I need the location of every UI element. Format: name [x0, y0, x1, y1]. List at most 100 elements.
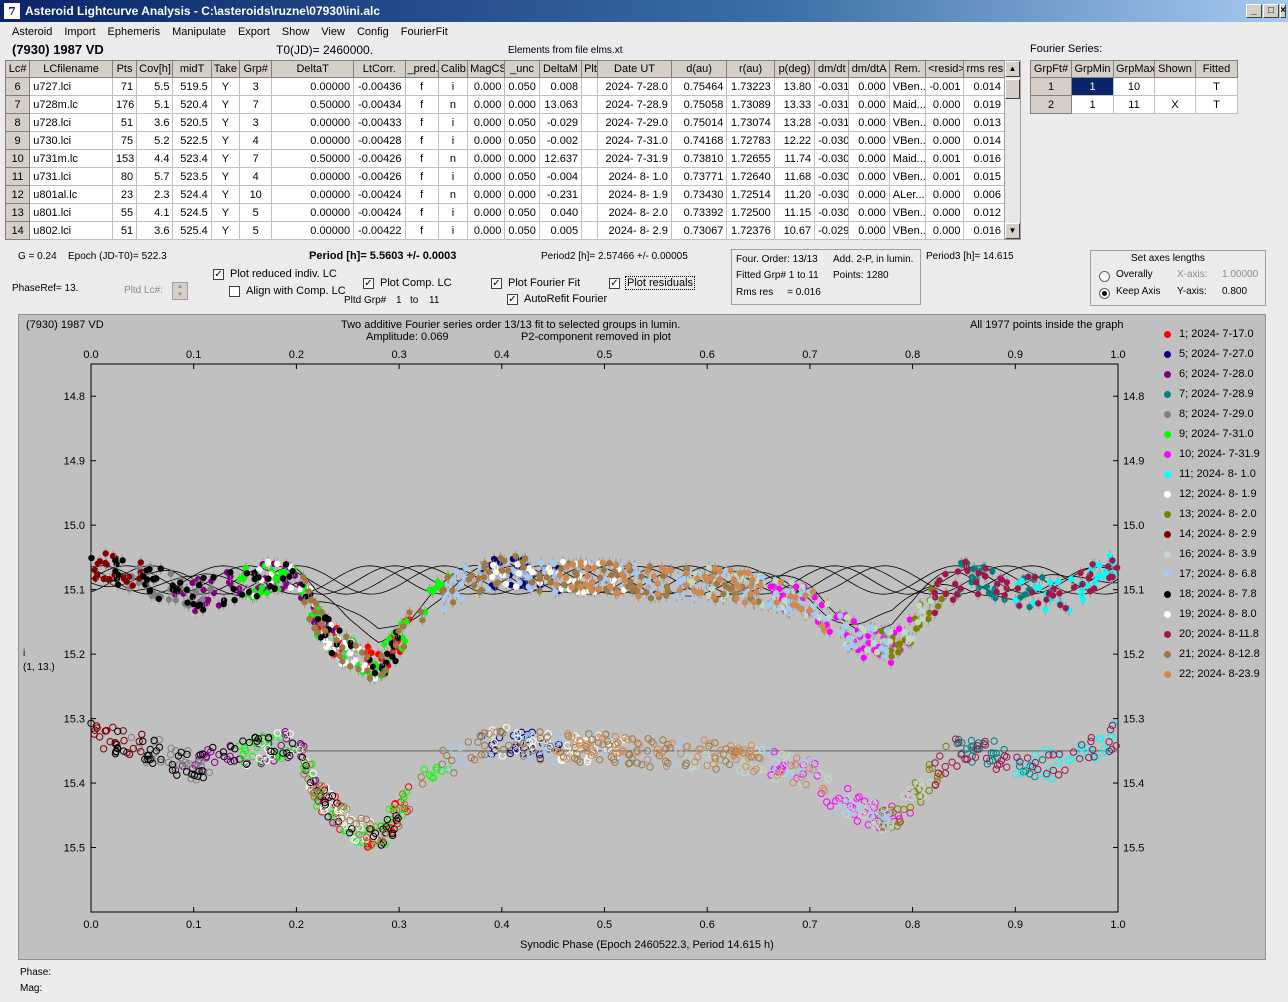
lc-cell[interactable]: 11.20 — [773, 185, 816, 204]
lc-cell[interactable]: 4 — [239, 167, 273, 186]
lc-cell[interactable]: 0.00000 — [271, 113, 355, 132]
lc-cell[interactable]: 5.2 — [136, 131, 174, 150]
lc-cell[interactable]: -0.00426 — [353, 167, 406, 186]
lc-cell[interactable]: -0.031 — [814, 95, 850, 114]
overall-radio[interactable] — [1099, 271, 1110, 282]
lc-cell[interactable]: 1.72500 — [726, 203, 775, 222]
fourier-cell[interactable]: 1 — [1071, 95, 1114, 114]
lc-cell[interactable]: 75 — [111, 131, 138, 150]
lc-cell[interactable]: 0.000 — [504, 185, 540, 204]
lc-col-header[interactable]: Cov[h] — [136, 60, 174, 78]
lightcurve-chart[interactable]: 0.0 0.0 0.1 0.1 0.2 0.2 0.3 0.3 0.4 0.4 0.5 0.5 0.6 0… — [19, 315, 1159, 961]
lc-cell[interactable]: 520.5 — [172, 113, 212, 132]
plot-reduced-checkbox[interactable]: ✓ — [213, 269, 224, 280]
lc-cell[interactable]: 176 — [111, 95, 138, 114]
lc-col-header[interactable]: Take — [210, 60, 241, 78]
lc-cell[interactable]: 0.73810 — [670, 149, 728, 168]
autorefit-checkbox[interactable]: ✓ — [507, 294, 518, 305]
lc-cell[interactable]: 10 — [4, 149, 31, 168]
lc-cell[interactable]: 0.000 — [467, 185, 506, 204]
lc-cell[interactable]: 0.050 — [504, 77, 540, 96]
lc-cell[interactable]: 1.72640 — [726, 167, 775, 186]
yaxis-value[interactable]: 0.800 — [1222, 286, 1247, 297]
lc-col-header[interactable]: Plt — [581, 60, 599, 78]
lc-cell[interactable]: i — [437, 131, 469, 150]
lc-cell[interactable]: u731m.lc — [29, 149, 113, 168]
lc-cell[interactable]: 524.4 — [172, 185, 212, 204]
lc-cell[interactable]: -0.030 — [814, 131, 850, 150]
lc-cell[interactable]: i — [437, 221, 469, 240]
lc-cell[interactable]: 0.000 — [467, 149, 506, 168]
lc-cell[interactable]: -0.031 — [814, 113, 850, 132]
plot-comp-checkbox[interactable]: ✓ — [363, 278, 374, 289]
lc-cell[interactable]: 12.637 — [538, 149, 583, 168]
lc-col-header[interactable]: _pred. — [404, 60, 439, 78]
lc-cell[interactable]: 0.050 — [504, 221, 540, 240]
lc-cell[interactable]: -0.030 — [814, 203, 850, 222]
lc-cell[interactable]: 12.22 — [773, 131, 816, 150]
lc-cell[interactable]: -0.00428 — [353, 131, 406, 150]
lc-cell[interactable]: -0.00434 — [353, 95, 406, 114]
lc-cell[interactable]: 1.72376 — [726, 221, 775, 240]
lc-cell[interactable]: 2024- 7-29.0 — [597, 113, 672, 132]
lc-cell[interactable]: 0.73430 — [670, 185, 728, 204]
minimize-button[interactable]: _ — [1246, 4, 1262, 18]
lc-cell[interactable]: 7 — [239, 95, 273, 114]
lc-col-header[interactable]: dm/dtA — [848, 60, 890, 78]
keep-axis-radio[interactable] — [1099, 288, 1110, 299]
lc-cell[interactable]: 0.000 — [504, 95, 540, 114]
lc-cell[interactable]: i — [437, 203, 469, 222]
lc-cell[interactable]: f — [404, 167, 439, 186]
fourier-cell[interactable]: 10 — [1113, 77, 1155, 96]
lc-cell[interactable]: Y — [210, 221, 241, 240]
lc-cell[interactable]: 0.75014 — [670, 113, 728, 132]
lc-cell[interactable]: u802.lci — [29, 221, 113, 240]
lc-cell[interactable]: 0.50000 — [271, 95, 355, 114]
lc-cell[interactable]: 2024- 8- 2.0 — [597, 203, 672, 222]
menu-ephemeris[interactable]: Ephemeris — [102, 26, 167, 38]
lc-cell[interactable] — [581, 149, 599, 168]
lc-cell[interactable]: 11.15 — [773, 203, 816, 222]
lc-cell[interactable]: 0.74168 — [670, 131, 728, 150]
lc-table-row[interactable]: 8 u728.lci 51 3.6 520.5 Y 3 0.00000 -0.00433 f i 0.… — [4, 113, 1005, 132]
lc-cell[interactable]: -0.031 — [814, 77, 850, 96]
lc-cell[interactable]: 4.4 — [136, 149, 174, 168]
lc-cell[interactable] — [581, 77, 599, 96]
lc-cell[interactable]: 0.000 — [848, 185, 890, 204]
menu-import[interactable]: Import — [58, 26, 101, 38]
lc-cell[interactable]: Maid... — [888, 95, 927, 114]
lc-cell[interactable]: 0.50000 — [271, 149, 355, 168]
lc-cell[interactable]: 0.008 — [538, 77, 583, 96]
lc-cell[interactable]: 0.000 — [925, 95, 965, 114]
lc-cell[interactable]: 0.73067 — [670, 221, 728, 240]
lc-col-header[interactable]: Pts — [111, 60, 138, 78]
lc-cell[interactable]: 5.7 — [136, 167, 174, 186]
lc-cell[interactable]: 153 — [111, 149, 138, 168]
lc-cell[interactable]: 1.72783 — [726, 131, 775, 150]
fourier-table-row[interactable]: 1 1 10 T — [1030, 77, 1238, 96]
lc-cell[interactable]: i — [437, 77, 469, 96]
lc-cell[interactable]: 2024- 7-28.0 — [597, 77, 672, 96]
lc-cell[interactable]: -0.00436 — [353, 77, 406, 96]
lc-col-header[interactable]: LtCorr. — [353, 60, 406, 78]
lc-cell[interactable]: 523.4 — [172, 149, 212, 168]
lc-cell[interactable]: 0.012 — [963, 203, 1005, 222]
lc-cell[interactable]: 0.000 — [848, 77, 890, 96]
lc-cell[interactable]: 0.000 — [467, 167, 506, 186]
lc-cell[interactable]: 5.1 — [136, 95, 174, 114]
lc-cell[interactable]: -0.001 — [925, 77, 965, 96]
lc-cell[interactable]: 71 — [111, 77, 138, 96]
lc-cell[interactable] — [581, 131, 599, 150]
lc-cell[interactable]: 11.68 — [773, 167, 816, 186]
lc-cell[interactable]: u727.lci — [29, 77, 113, 96]
lc-cell[interactable]: 0.000 — [848, 203, 890, 222]
lc-cell[interactable]: 0.000 — [467, 113, 506, 132]
lc-col-header[interactable]: midT — [172, 60, 212, 78]
lc-cell[interactable]: 51 — [111, 113, 138, 132]
fourier-cell[interactable] — [1154, 77, 1196, 96]
lc-cell[interactable]: Y — [210, 185, 241, 204]
lc-cell[interactable]: -0.00424 — [353, 203, 406, 222]
fourier-table-row[interactable]: 2 1 11 X T — [1030, 95, 1238, 114]
lc-cell[interactable]: 13 — [4, 203, 31, 222]
lc-cell[interactable] — [581, 185, 599, 204]
